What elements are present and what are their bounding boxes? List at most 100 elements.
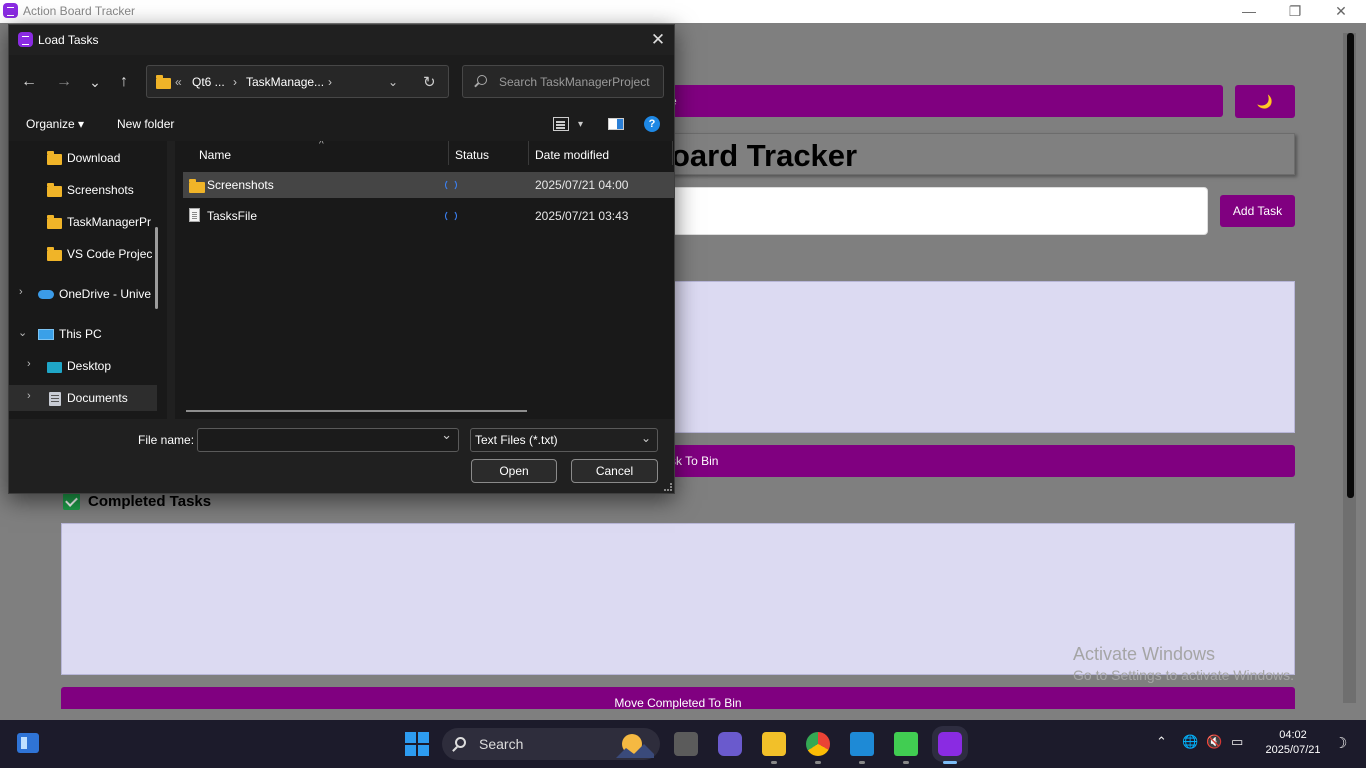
taskbar-search[interactable]: Search xyxy=(442,728,660,760)
chevron-right-icon[interactable]: › xyxy=(27,358,31,370)
file-name: TasksFile xyxy=(207,209,258,223)
move-completed-to-bin-button[interactable]: Move Completed To Bin xyxy=(61,687,1295,709)
file-name-input[interactable] xyxy=(197,427,459,452)
clock[interactable]: 04:02 2025/07/21 xyxy=(1258,728,1328,758)
nav-item-taskmanager[interactable]: TaskManagerPr xyxy=(9,209,157,235)
app-titlebar: Action Board Tracker — ❐ ✕ xyxy=(0,0,1366,23)
taskbar-search-label: Search xyxy=(479,736,524,752)
view-options-caret[interactable]: ▾ xyxy=(578,119,583,130)
cancel-button[interactable]: Cancel xyxy=(571,459,658,483)
running-indicator xyxy=(859,761,865,764)
dialog-footer: File name: Text Files (*.txt) ⌄ Open Can… xyxy=(9,419,674,493)
nav-item-documents[interactable]: › Documents xyxy=(9,385,157,411)
nav-item-vscode[interactable]: VS Code Projec xyxy=(9,241,157,267)
windows-start-icon[interactable] xyxy=(405,732,429,756)
restore-button[interactable]: ❐ xyxy=(1272,0,1318,23)
teams-meet-icon[interactable] xyxy=(718,732,742,756)
column-header-name[interactable]: Name xyxy=(199,143,231,171)
breadcrumb-taskmanager[interactable]: TaskManage... xyxy=(246,75,324,89)
back-arrow-icon[interactable]: ← xyxy=(17,70,41,94)
nav-item-this-pc[interactable]: ⌄ This PC xyxy=(9,321,157,347)
file-row-screenshots[interactable]: Screenshots 2025/07/21 04:00 F xyxy=(183,172,674,198)
add-task-button[interactable]: Add Task xyxy=(1220,195,1295,227)
move-task-to-bin-button[interactable]: sk To Bin xyxy=(640,445,1295,477)
minimize-button[interactable]: — xyxy=(1226,0,1272,23)
app-scrollbar[interactable] xyxy=(1343,33,1356,703)
file-list: ^ Name Status Date modified T Screenshot… xyxy=(175,141,674,419)
file-explorer-icon[interactable] xyxy=(762,732,786,756)
action-board-app-icon[interactable] xyxy=(938,732,962,756)
chevron-right-icon[interactable]: › xyxy=(19,286,23,298)
scrollbar-thumb[interactable] xyxy=(1347,33,1354,498)
clock-date: 2025/07/21 xyxy=(1265,744,1321,756)
widgets-icon[interactable] xyxy=(17,733,39,753)
column-header-date[interactable]: Date modified xyxy=(535,143,609,171)
app-title: Action Board Tracker xyxy=(23,4,136,18)
search-input[interactable] xyxy=(499,72,659,92)
file-list-hscrollbar[interactable] xyxy=(186,410,527,412)
nav-item-onedrive[interactable]: › OneDrive - Unive xyxy=(9,281,157,307)
focus-moon-icon[interactable]: ☽ xyxy=(1334,734,1347,752)
task-view-icon[interactable] xyxy=(674,732,698,756)
folder-icon xyxy=(47,247,62,261)
close-button[interactable]: ✕ xyxy=(1318,0,1364,23)
file-name-label: File name: xyxy=(138,433,195,447)
column-separator[interactable] xyxy=(448,141,449,165)
address-bar[interactable]: « Qt6 ... › TaskManage... › ⌄ ↻ xyxy=(146,65,449,98)
breadcrumb-overflow[interactable]: « xyxy=(175,75,182,89)
watermark-subtitle: Go to Settings to activate Windows. xyxy=(1073,667,1294,683)
nav-item-download[interactable]: Download xyxy=(9,145,157,171)
address-dropdown-icon[interactable]: ⌄ xyxy=(388,75,398,89)
chevron-right-icon[interactable]: › xyxy=(27,390,31,402)
nav-pane-scrollbar[interactable] xyxy=(155,227,158,309)
documents-icon xyxy=(49,392,61,406)
file-type-select[interactable]: Text Files (*.txt) ⌄ xyxy=(470,428,658,452)
battery-icon[interactable]: ▭ xyxy=(1231,734,1243,750)
forward-arrow-icon[interactable]: → xyxy=(52,70,76,94)
preview-pane-icon[interactable] xyxy=(608,118,624,130)
column-separator[interactable] xyxy=(528,141,529,165)
nav-item-label: VS Code Projec xyxy=(67,247,153,261)
running-indicator xyxy=(903,761,909,764)
up-arrow-icon[interactable]: ↑ xyxy=(112,70,136,94)
task-input[interactable] xyxy=(640,187,1208,235)
app-icon xyxy=(18,32,33,47)
chrome-icon[interactable] xyxy=(806,732,830,756)
dark-mode-button[interactable]: 🌙 xyxy=(1235,85,1295,118)
new-folder-button[interactable]: New folder xyxy=(117,117,174,131)
tray-overflow-chevron-icon[interactable]: ⌃ xyxy=(1156,734,1167,750)
file-row-tasksfile[interactable]: TasksFile 2025/07/21 03:43 T xyxy=(183,203,674,229)
organize-button[interactable]: Organize ▾ xyxy=(26,117,84,131)
navigation-bar: ← → ⌄ ↑ « Qt6 ... › TaskManage... › ⌄ ↻ xyxy=(9,55,674,109)
running-indicator xyxy=(771,761,777,764)
qt-creator-icon[interactable] xyxy=(894,732,918,756)
recent-locations-chevron-icon[interactable]: ⌄ xyxy=(83,70,107,94)
breadcrumb-separator: › xyxy=(328,75,332,89)
vscode-icon[interactable] xyxy=(850,732,874,756)
column-header-status[interactable]: Status xyxy=(455,143,489,171)
nav-item-label: This PC xyxy=(59,327,102,341)
navigation-pane: Download Screenshots TaskManagerPr VS Co… xyxy=(9,141,167,419)
nav-item-desktop[interactable]: › Desktop xyxy=(9,353,157,379)
open-button[interactable]: Open xyxy=(471,459,557,483)
chevron-down-icon[interactable]: ⌄ xyxy=(18,326,27,339)
dialog-close-button[interactable]: ✕ xyxy=(646,28,670,52)
volume-muted-icon[interactable]: 🔇 xyxy=(1206,734,1222,750)
sync-icon xyxy=(445,179,457,191)
search-box[interactable] xyxy=(462,65,664,98)
resize-grip-icon[interactable] xyxy=(664,483,672,491)
breadcrumb-qt6[interactable]: Qt6 ... xyxy=(192,75,225,89)
chevron-down-icon: ⌄ xyxy=(640,431,651,445)
help-icon[interactable]: ? xyxy=(644,116,660,132)
theme-toggle-bar[interactable]: e xyxy=(640,85,1223,117)
breadcrumb-separator: › xyxy=(233,75,237,89)
pending-task-list[interactable] xyxy=(640,281,1295,433)
column-separator[interactable] xyxy=(672,141,673,165)
nav-item-screenshots[interactable]: Screenshots xyxy=(9,177,157,203)
view-options-icon[interactable] xyxy=(553,117,569,131)
network-globe-icon[interactable]: 🌐 xyxy=(1182,734,1198,750)
app-heading: oard Tracker xyxy=(671,138,858,173)
nav-item-label: OneDrive - Unive xyxy=(59,287,152,301)
nav-item-label: Desktop xyxy=(67,359,112,373)
refresh-icon[interactable]: ↻ xyxy=(423,73,436,91)
